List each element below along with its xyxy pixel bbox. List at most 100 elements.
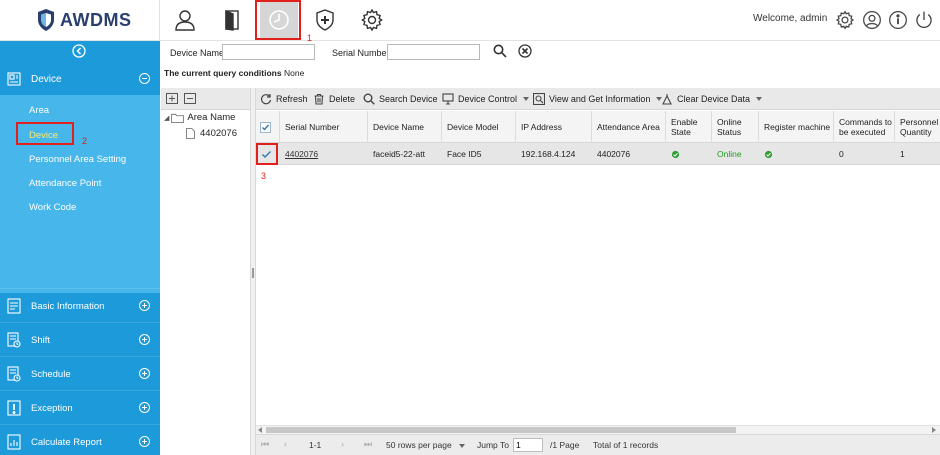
- shield-plus-icon[interactable]: [311, 6, 339, 34]
- tree-node-label: Area Name: [187, 112, 236, 123]
- sidebar-item-attendance-point[interactable]: Attendance Point: [29, 178, 101, 189]
- device-toolbar: Refresh Delete Search Device Device Cont…: [256, 88, 940, 110]
- refresh-button[interactable]: Refresh: [260, 88, 308, 110]
- expand-section-icon[interactable]: [139, 334, 150, 345]
- query-conditions-label: The current query conditions: [164, 68, 282, 78]
- cell-device-model: Face ID5: [447, 149, 482, 159]
- sidebar-item-personnel-area-setting[interactable]: Personnel Area Setting: [29, 154, 126, 165]
- jump-to-input[interactable]: [513, 438, 543, 452]
- sidebar-item-work-code[interactable]: Work Code: [29, 202, 76, 213]
- tree-toggle-icon[interactable]: ◢: [164, 114, 169, 122]
- scroll-left-icon[interactable]: [258, 427, 262, 433]
- horizontal-scrollbar[interactable]: [256, 425, 940, 434]
- refresh-icon: [260, 94, 272, 105]
- device-control-icon: [442, 93, 454, 105]
- next-page-icon[interactable]: ›: [341, 439, 351, 450]
- search-device-button[interactable]: Search Device: [363, 88, 438, 110]
- clear-device-data-button[interactable]: Clear Device Data: [661, 88, 763, 110]
- cell-online-status: Online: [717, 149, 742, 159]
- column-header-serial-number[interactable]: Serial Number: [280, 111, 368, 143]
- prev-page-icon[interactable]: ‹: [284, 439, 294, 450]
- cell-serial-number[interactable]: 4402076: [280, 143, 368, 165]
- collapse-sidebar-icon[interactable]: [72, 44, 86, 58]
- device-name-input[interactable]: [222, 44, 315, 60]
- refresh-label: Refresh: [276, 94, 308, 104]
- collapse-section-icon[interactable]: [139, 73, 150, 84]
- serial-number-link[interactable]: 4402076: [285, 149, 318, 159]
- header-divider: [159, 0, 160, 41]
- door-icon[interactable]: [218, 6, 246, 34]
- view-get-info-button[interactable]: View and Get Information: [533, 88, 663, 110]
- column-header-online-status[interactable]: Online Status: [712, 111, 759, 143]
- gear-icon[interactable]: [835, 10, 855, 30]
- sidebar-section-shift[interactable]: Shift: [0, 322, 160, 356]
- tree-node-root[interactable]: ◢ Area Name: [164, 112, 235, 123]
- device-name-label: Device Name: [170, 48, 225, 58]
- view-get-info-label: View and Get Information: [549, 94, 651, 104]
- clear-device-data-label: Clear Device Data: [677, 94, 751, 104]
- expand-section-icon[interactable]: [139, 300, 150, 311]
- chevron-down-icon: [523, 97, 530, 101]
- first-page-icon[interactable]: ⏮: [261, 439, 271, 450]
- last-page-icon[interactable]: ⏭: [364, 439, 374, 450]
- power-icon[interactable]: [914, 10, 934, 30]
- collapse-all-icon[interactable]: [184, 93, 196, 104]
- splitter-grip[interactable]: [252, 268, 254, 278]
- cell-register-machine: [759, 143, 834, 165]
- personnel-icon[interactable]: [171, 6, 199, 34]
- sidebar-section-calculate-report[interactable]: Calculate Report: [0, 424, 160, 455]
- view-info-icon: [533, 93, 545, 105]
- column-header-enable-state[interactable]: Enable State: [666, 111, 712, 143]
- cell-enable-state: [666, 143, 712, 165]
- expand-section-icon[interactable]: [139, 402, 150, 413]
- query-conditions-value: None: [283, 68, 305, 78]
- brand-name: AWDMS: [60, 9, 132, 30]
- page-range: 1-1: [309, 440, 322, 450]
- settings-gear-icon[interactable]: [358, 6, 386, 34]
- annotation-box-1: [255, 0, 301, 40]
- search-icon[interactable]: [493, 44, 507, 58]
- cell-attendance-area: 4402076: [597, 149, 631, 159]
- serial-number-input[interactable]: [387, 44, 480, 60]
- scrollbar-thumb[interactable]: [266, 427, 736, 433]
- table-row[interactable]: 4402076 faceid5-22-att Face ID5 192.168.…: [256, 143, 940, 165]
- expand-section-icon[interactable]: [139, 368, 150, 379]
- delete-button[interactable]: Delete: [313, 88, 355, 110]
- column-header-commands[interactable]: Commands to be executed: [834, 111, 895, 143]
- cell-commands: 0: [839, 149, 844, 159]
- tree-node-child[interactable]: 4402076: [186, 128, 237, 139]
- delete-label: Delete: [329, 94, 356, 104]
- sidebar-section-schedule[interactable]: Schedule: [0, 356, 160, 390]
- scroll-right-icon[interactable]: [932, 427, 936, 433]
- column-header-personnel-quantity[interactable]: Personnel Quantity: [895, 111, 940, 143]
- user-circle-icon[interactable]: [862, 10, 882, 30]
- expand-section-icon[interactable]: [139, 436, 150, 447]
- column-header-attendance-area[interactable]: Attendance Area: [592, 111, 666, 143]
- column-header-register-machine[interactable]: Register machine: [759, 111, 834, 143]
- sidebar-section-device[interactable]: Device: [0, 63, 160, 95]
- tree-node-label: 4402076: [200, 128, 237, 139]
- column-header-device-name[interactable]: Device Name: [368, 111, 442, 143]
- basic-information-icon: [7, 298, 21, 314]
- brand-logo[interactable]: AWDMS: [36, 7, 132, 33]
- sidebar-section-exception[interactable]: Exception: [0, 390, 160, 424]
- checkbox-checked-icon: [260, 121, 271, 133]
- column-header-device-model[interactable]: Device Model: [442, 111, 516, 143]
- exception-icon: [7, 400, 21, 416]
- column-header-ip-address[interactable]: IP Address: [516, 111, 592, 143]
- rows-per-page-value: 50 rows per page: [386, 440, 452, 450]
- select-all-checkbox[interactable]: [256, 111, 280, 143]
- device-submenu: Area Device 2 Personnel Area Setting Att…: [0, 95, 160, 293]
- sidebar-item-area[interactable]: Area: [29, 105, 49, 116]
- sidebar-section-basic-information[interactable]: Basic Information: [0, 288, 160, 322]
- sidebar-section-label: Shift: [31, 335, 51, 346]
- sidebar: Device Area Device 2 Personnel Area Sett…: [0, 41, 160, 455]
- rows-per-page-select[interactable]: 50 rows per page: [386, 440, 466, 450]
- annotation-label-3: 3: [261, 171, 267, 181]
- clear-query-icon[interactable]: [518, 44, 532, 58]
- device-control-button[interactable]: Device Control: [442, 88, 530, 110]
- device-table-header: Serial Number Device Name Device Model I…: [256, 111, 940, 143]
- calculate-report-icon: [7, 434, 21, 450]
- expand-all-icon[interactable]: [166, 93, 178, 104]
- info-icon[interactable]: [888, 10, 908, 30]
